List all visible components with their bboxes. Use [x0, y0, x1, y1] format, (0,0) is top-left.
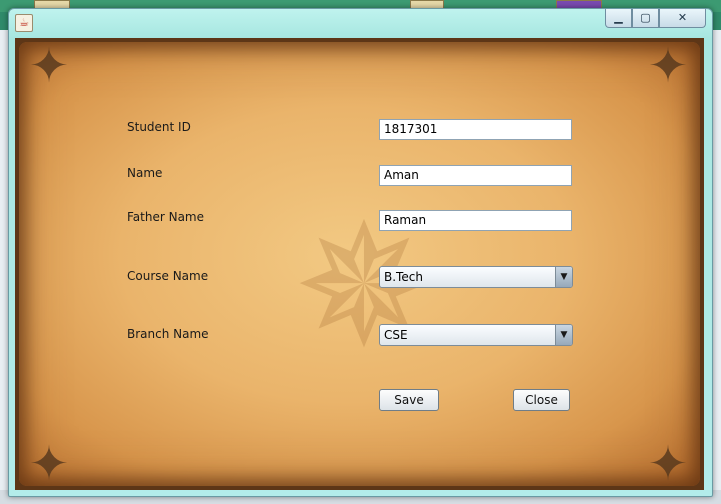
star-ornament-icon: ✦ [647, 436, 689, 490]
student-id-field[interactable]: 1817301 [379, 119, 572, 140]
chevron-down-icon[interactable]: ▼ [555, 267, 572, 287]
form-panel: ✵ ✦ ✦ ✦ ✦ Student ID 1817301 Name Aman F… [15, 38, 704, 490]
branch-name-label: Branch Name [127, 327, 209, 341]
star-ornament-icon: ✦ [647, 38, 689, 94]
parchment-background: ✵ ✦ ✦ ✦ ✦ [19, 38, 700, 490]
window-controls: ▁ ▢ ✕ [605, 9, 706, 29]
maximize-icon[interactable]: ▢ [632, 9, 659, 28]
minimize-icon[interactable]: ▁ [605, 9, 632, 28]
student-id-label: Student ID [127, 120, 191, 134]
name-label: Name [127, 166, 163, 180]
star-ornament-icon: ✦ [28, 38, 70, 94]
star-ornament-icon: ✦ [28, 436, 70, 490]
branch-name-value: CSE [384, 328, 408, 342]
save-button[interactable]: Save [379, 389, 439, 411]
course-name-label: Course Name [127, 269, 209, 283]
java-icon[interactable]: ☕ [15, 14, 33, 32]
chevron-down-icon[interactable]: ▼ [555, 325, 572, 345]
father-name-label: Father Name [127, 210, 204, 224]
course-name-value: B.Tech [384, 270, 423, 284]
name-field[interactable]: Aman [379, 165, 572, 186]
course-name-select[interactable]: B.Tech ▼ [379, 266, 573, 288]
close-button[interactable]: Close [513, 389, 570, 411]
close-icon[interactable]: ✕ [659, 9, 706, 28]
app-window: ☕ ▁ ▢ ✕ ✵ ✦ ✦ ✦ ✦ Student ID 1817301 Nam… [8, 8, 713, 497]
father-name-field[interactable]: Raman [379, 210, 572, 231]
branch-name-select[interactable]: CSE ▼ [379, 324, 573, 346]
